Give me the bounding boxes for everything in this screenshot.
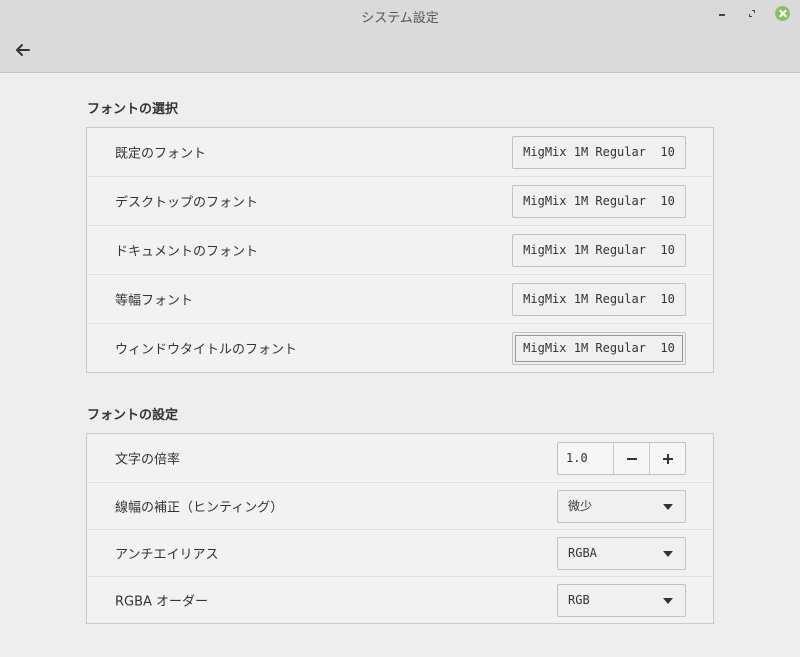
- font-selection-frame: 既定のフォント MigMix 1M Regular 10 デスクトップのフォント…: [86, 127, 714, 373]
- font-selection-title: フォントの選択: [87, 102, 179, 117]
- font-settings-title: フォントの設定: [87, 408, 179, 423]
- document-font-label: ドキュメントのフォント: [115, 244, 259, 260]
- hinting-value: 微少: [568, 499, 593, 513]
- list-item: 線幅の補正（ヒンティング） 微少: [87, 483, 713, 530]
- desktop-font-label: デスクトップのフォント: [115, 195, 259, 211]
- list-item: ウィンドウタイトルのフォント MigMix 1M Regular 10: [87, 324, 713, 372]
- rgba-order-dropdown[interactable]: RGB: [557, 584, 686, 617]
- monospace-font-button[interactable]: MigMix 1M Regular 10: [512, 283, 686, 316]
- list-item: ドキュメントのフォント MigMix 1M Regular 10: [87, 226, 713, 275]
- antialiasing-dropdown[interactable]: RGBA: [557, 537, 686, 570]
- close-icon[interactable]: [775, 6, 790, 21]
- window-title-font-button[interactable]: MigMix 1M Regular 10: [512, 332, 686, 365]
- window-title: システム設定: [361, 11, 439, 26]
- decrease-button[interactable]: [614, 443, 650, 474]
- document-font-button[interactable]: MigMix 1M Regular 10: [512, 234, 686, 267]
- hinting-label: 線幅の補正（ヒンティング）: [115, 500, 284, 516]
- back-button[interactable]: [12, 40, 34, 60]
- text-scale-label: 文字の倍率: [115, 452, 181, 468]
- chevron-down-icon: [663, 598, 673, 604]
- chevron-down-icon: [663, 504, 673, 510]
- maximize-icon[interactable]: [744, 6, 760, 22]
- rgba-order-value: RGB: [568, 593, 590, 607]
- hinting-dropdown[interactable]: 微少: [557, 490, 686, 523]
- increase-button[interactable]: [650, 443, 685, 474]
- list-item: 等幅フォント MigMix 1M Regular 10: [87, 275, 713, 324]
- list-item: アンチエイリアス RGBA: [87, 530, 713, 577]
- monospace-font-label: 等幅フォント: [115, 293, 194, 309]
- list-item: RGBA オーダー RGB: [87, 577, 713, 623]
- antialiasing-label: アンチエイリアス: [115, 547, 219, 563]
- default-font-label: 既定のフォント: [115, 146, 207, 162]
- rgba-order-label: RGBA オーダー: [115, 594, 209, 610]
- default-font-button[interactable]: MigMix 1M Regular 10: [512, 136, 686, 169]
- list-item: 既定のフォント MigMix 1M Regular 10: [87, 128, 713, 177]
- text-scale-input[interactable]: 1.0: [558, 443, 614, 474]
- list-item: デスクトップのフォント MigMix 1M Regular 10: [87, 177, 713, 226]
- arrow-left-icon: [16, 44, 30, 56]
- desktop-font-button[interactable]: MigMix 1M Regular 10: [512, 185, 686, 218]
- header-bar: システム設定: [0, 0, 800, 73]
- chevron-down-icon: [663, 551, 673, 557]
- antialiasing-value: RGBA: [568, 546, 597, 560]
- minimize-icon[interactable]: [714, 6, 730, 22]
- window-title-font-label: ウィンドウタイトルのフォント: [115, 342, 298, 358]
- list-item: 文字の倍率 1.0: [87, 434, 713, 483]
- text-scale-spinner: 1.0: [557, 442, 686, 475]
- font-settings-frame: 文字の倍率 1.0 線幅の補正（ヒンティング） 微少 アンチエイリアス RGBA…: [86, 433, 714, 624]
